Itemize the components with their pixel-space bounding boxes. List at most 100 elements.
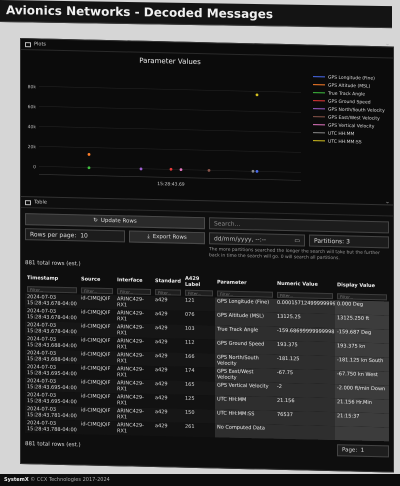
data-point — [251, 169, 255, 173]
chart-icon — [25, 41, 31, 47]
table-toolbar: ↻ Update Rows Search... Rows per page: 1… — [21, 208, 393, 278]
search-input[interactable]: Search... — [209, 217, 389, 234]
export-rows-button[interactable]: ⤓ Export Rows — [129, 230, 205, 245]
table-panel: ⌄ Table ↻ Update Rows Search... Rows per… — [20, 196, 394, 473]
table-cell: a429 — [153, 408, 183, 423]
column-filter-input[interactable]: Filter... — [217, 290, 273, 298]
data-point — [87, 153, 91, 156]
table-cell: ARINC429-RX1 — [115, 379, 153, 395]
total-rows-label: 881 total rows (est.) — [25, 260, 81, 268]
table-cell: 261 — [183, 422, 215, 438]
column-header[interactable]: Standard — [153, 274, 183, 289]
table-cell: GPS East/West Velocity — [215, 367, 275, 383]
table-cell: -159.687 Deg — [335, 328, 389, 344]
column-filter-input[interactable]: Filter... — [81, 287, 113, 295]
column-filter-input[interactable]: Filter... — [117, 288, 151, 295]
legend-label: GPS North/South Velocity — [328, 107, 385, 114]
y-tick-label: 80k — [28, 84, 37, 90]
table-cell: 2024-07-03 15:28:43.695-04:00 — [25, 377, 79, 393]
table-cell: a429 — [153, 338, 183, 353]
messages-table: Timestamp Source Interface Standard A429 Lab… — [25, 271, 389, 442]
column-filter-input[interactable]: Filter... — [27, 286, 77, 294]
table-cell: 166 — [183, 352, 215, 368]
table-cell: 2024-07-03 15:28:43.678-04:00 — [25, 321, 79, 337]
x-tick-label: 15:28:43.69 — [157, 181, 185, 188]
table-cell: 076 — [183, 310, 215, 326]
update-rows-button[interactable]: ↻ Update Rows — [25, 213, 205, 230]
page-indicator[interactable]: Page: 1 — [337, 444, 389, 458]
table-cell: ARINC429-RX1 — [115, 323, 153, 339]
plots-panel: ⌄ Plots Parameter Values 0 20k 40k 60k 80k 15:… — [20, 38, 394, 207]
legend-label: GPS Vertical Velocity — [328, 123, 375, 130]
table-cell: GPS Vertical Velocity — [215, 381, 275, 397]
table-cell: UTC HH:MM — [215, 395, 275, 411]
table-panel-title: Table — [34, 199, 47, 206]
column-header[interactable]: Source — [79, 272, 115, 287]
download-icon: ⤓ — [147, 233, 150, 240]
table-cell: id-CIMQJQIF — [79, 350, 115, 366]
table-cell — [335, 426, 389, 442]
column-filter-input[interactable]: Filter... — [185, 289, 213, 297]
table-cell: 21.156 — [275, 396, 335, 413]
x-axis-line — [39, 174, 301, 181]
column-filter-input[interactable]: Filter... — [155, 289, 181, 296]
legend-label: True Track Angle — [327, 91, 365, 98]
table-cell: -2 — [275, 382, 335, 399]
data-point — [255, 169, 259, 173]
table-cell: id-CIMQJQIF — [79, 294, 115, 310]
table-cell: id-CIMQJQIF — [79, 322, 115, 338]
data-point — [207, 168, 211, 172]
table-cell: 13125.25 — [275, 312, 335, 329]
partitions-input[interactable]: Partitions: 3 — [309, 234, 389, 249]
table-cell: id-CIMQJQIF — [79, 406, 115, 422]
calendar-icon: ▭ — [294, 236, 300, 244]
table-cell: GPS Ground Speed — [215, 339, 275, 355]
column-header[interactable]: Parameter — [215, 275, 275, 290]
table-cell — [275, 424, 335, 441]
table-cell: 103 — [183, 324, 215, 340]
table-cell: a429 — [153, 352, 183, 367]
collapse-chevron-icon[interactable]: ⌄ — [385, 198, 390, 205]
table-cell: 0.000 Deg — [335, 300, 389, 316]
column-header[interactable]: A429 Label — [183, 275, 215, 290]
table-cell: No Computed Data — [215, 423, 275, 439]
table-cell: 76537 — [275, 410, 335, 427]
copyright-text: © CCX Technologies 2017-2024 — [30, 477, 110, 483]
table-cell: -67.750 kn West — [335, 370, 389, 386]
legend-label: UTC HH:MM — [328, 131, 355, 138]
table-cell: ARINC429-RX1 — [115, 337, 153, 353]
table-cell: 193.375 — [275, 340, 335, 357]
data-point — [255, 93, 259, 97]
y-tick-label: 20k — [28, 144, 37, 150]
column-header[interactable]: Numeric Value — [275, 277, 335, 292]
table-cell: a429 — [153, 366, 183, 381]
collapse-chevron-icon[interactable]: ⌄ — [385, 40, 390, 47]
table-cell: a429 — [153, 380, 183, 395]
table-cell: 2024-07-03 15:28:43.695-04:00 — [25, 363, 79, 379]
table-cell: a429 — [153, 310, 183, 325]
plots-panel-title: Plots — [34, 41, 47, 48]
window-title-bar: Avionics Networks - Decoded Messages — [0, 0, 392, 29]
table-cell: GPS Longitude (Fine) — [215, 297, 275, 313]
table-cell: 2024-07-03 15:28:43.678-04:00 — [25, 307, 79, 323]
table-cell: -181.125 kn South — [335, 356, 389, 372]
app-footer: SystemX © CCX Technologies 2017-2024 — [0, 474, 400, 486]
data-point — [87, 166, 91, 170]
table-cell: 2024-07-03 15:28:43.688-04:00 — [25, 349, 79, 365]
column-header[interactable]: Display Value — [335, 278, 389, 293]
y-gridline — [39, 126, 301, 133]
column-filter-input[interactable]: Filter... — [277, 291, 333, 300]
table-cell: 150 — [183, 408, 215, 424]
column-filter-input[interactable]: Filter... — [337, 293, 387, 301]
table-cell: 21:15:37 — [335, 412, 389, 428]
table-cell: a429 — [153, 324, 183, 339]
table-cell: id-CIMQJQIF — [79, 420, 115, 436]
rows-per-page-select[interactable]: Rows per page: 10 — [25, 228, 125, 243]
brand-name: SystemX — [4, 477, 29, 483]
column-header[interactable]: Interface — [115, 273, 153, 288]
date-time-input[interactable]: dd/mm/yyyy, --:-- ▭ — [209, 232, 305, 247]
column-header[interactable]: Timestamp — [25, 271, 79, 286]
parameter-values-chart[interactable]: Parameter Values 0 20k 40k 60k 80k 15:28:43.69… — [21, 50, 393, 204]
table-icon — [25, 199, 31, 205]
table-cell: -159.68699999999998 — [275, 326, 335, 343]
